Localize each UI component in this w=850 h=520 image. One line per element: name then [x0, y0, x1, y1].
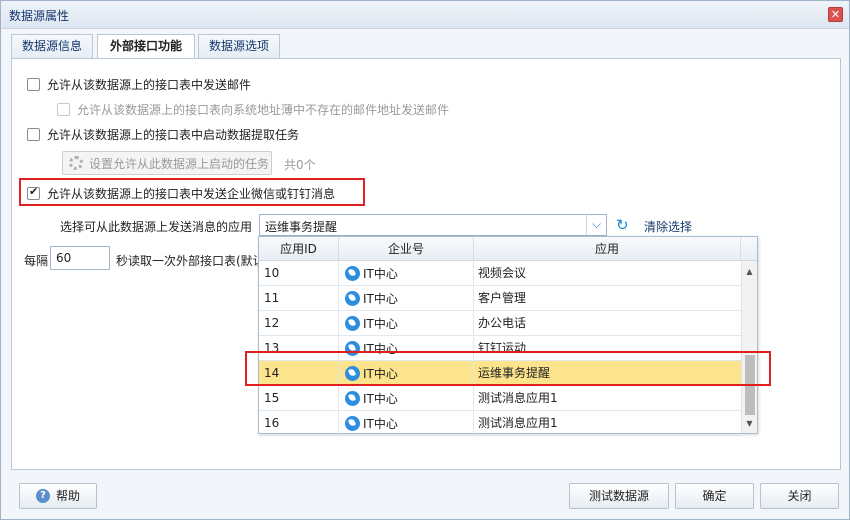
grid-header: 应用ID 企业号 应用 — [259, 237, 757, 261]
app-name-cell: 办公电话 — [478, 316, 527, 330]
corp-cell: IT中心 — [339, 411, 474, 436]
task-count: 共0个 — [284, 158, 316, 172]
app-id-cell: 15 — [259, 386, 339, 411]
scroll-up-icon[interactable]: ▲ — [742, 265, 757, 279]
help-button[interactable]: ? 帮助 — [19, 483, 97, 509]
send-message-checkbox[interactable] — [27, 185, 40, 200]
app-dropdown-grid: 应用ID 企业号 应用 10 IT中心 视频会议 11 IT中心 客户管理 12 IT中心 办公… — [258, 236, 758, 436]
tab-datasource-options[interactable]: 数据源选项 — [198, 34, 280, 58]
interval-seconds-input[interactable]: 60 — [50, 246, 110, 270]
corp-name: IT中心 — [363, 316, 398, 331]
app-name-cell: 客户管理 — [478, 291, 527, 305]
test-datasource-button[interactable]: 测试数据源 — [569, 483, 669, 509]
app-id-cell: 11 — [259, 286, 339, 311]
grid-row[interactable]: 12 IT中心 办公电话 — [259, 311, 741, 336]
corp-cell: IT中心 — [339, 386, 474, 411]
tab-panel: 允许从该数据源上的接口表中发送邮件 允许从该数据源上的接口表向系统地址薄中不存在… — [11, 58, 841, 470]
corp-name: IT中心 — [363, 266, 398, 281]
chevron-down-icon[interactable]: ⌵ — [586, 215, 606, 235]
help-icon: ? — [35, 489, 50, 503]
corp-name: IT中心 — [363, 391, 398, 406]
ok-button[interactable]: 确定 — [675, 483, 754, 509]
start-task-label: 允许从该数据源上的接口表中启动数据提取任务 — [47, 128, 300, 142]
grid-row[interactable]: 15 IT中心 测试消息应用1 — [259, 386, 741, 411]
grid-row[interactable]: 10 IT中心 视频会议 — [259, 261, 741, 286]
window-title: 数据源属性 — [9, 9, 70, 23]
enterprise-icon — [345, 316, 360, 331]
corp-cell: IT中心 — [339, 286, 474, 311]
enterprise-icon — [345, 266, 360, 281]
highlight-box-row — [245, 351, 771, 386]
set-tasks-button: 设置允许从此数据源上启动的任务 — [62, 151, 272, 175]
app-name-cell: 测试消息应用1 — [478, 416, 558, 430]
app-id-cell: 10 — [259, 261, 339, 286]
app-select-combo[interactable]: 运维事务提醒 ⌵ — [259, 214, 607, 236]
app-name-cell: 测试消息应用1 — [478, 391, 558, 405]
col-header-app-id[interactable]: 应用ID — [259, 237, 339, 261]
send-message-label: 允许从该数据源上的接口表中发送企业微信或钉钉消息 — [47, 187, 336, 201]
send-mail-label: 允许从该数据源上的接口表中发送邮件 — [47, 78, 252, 92]
set-tasks-label: 设置允许从此数据源上启动的任务 — [89, 156, 270, 171]
app-id-cell: 12 — [259, 311, 339, 336]
app-id-cell: 16 — [259, 411, 339, 436]
close-button[interactable]: 关闭 — [760, 483, 839, 509]
scroll-down-icon[interactable]: ▼ — [742, 417, 757, 431]
corp-name: IT中心 — [363, 416, 398, 431]
interval-prefix: 每隔 — [24, 254, 49, 268]
tab-external-interface[interactable]: 外部接口功能 — [97, 34, 195, 59]
refresh-icon[interactable]: ↻ — [616, 216, 629, 234]
corp-cell: IT中心 — [339, 261, 474, 286]
col-header-app[interactable]: 应用 — [474, 237, 741, 261]
enterprise-icon — [345, 291, 360, 306]
option-send-mail-unknown: 允许从该数据源上的接口表向系统地址薄中不存在的邮件地址发送邮件 — [57, 101, 449, 118]
start-task-checkbox[interactable] — [27, 128, 40, 141]
tab-datasource-info[interactable]: 数据源信息 — [11, 34, 93, 58]
app-name-cell: 视频会议 — [478, 266, 527, 280]
interval-suffix: 秒读取一次外部接口表(默认 — [116, 254, 265, 268]
grid-row[interactable]: 16 IT中心 测试消息应用1 — [259, 411, 741, 436]
option-send-mail[interactable]: 允许从该数据源上的接口表中发送邮件 — [27, 76, 251, 93]
app-select-label: 选择可从此数据源上发送消息的应用 — [60, 220, 253, 234]
gear-icon — [69, 156, 83, 170]
title-bar: 数据源属性 ✕ — [1, 1, 849, 29]
corp-name: IT中心 — [363, 291, 398, 306]
enterprise-icon — [345, 391, 360, 406]
enterprise-icon — [345, 416, 360, 431]
grid-row[interactable]: 11 IT中心 客户管理 — [259, 286, 741, 311]
send-mail-unknown-label: 允许从该数据源上的接口表向系统地址薄中不存在的邮件地址发送邮件 — [77, 103, 450, 117]
app-select-value: 运维事务提醒 — [265, 220, 338, 234]
dialog-window: 数据源属性 ✕ 数据源信息 外部接口功能 数据源选项 允许从该数据源上的接口表中… — [0, 0, 850, 520]
send-mail-unknown-checkbox — [57, 103, 70, 116]
close-icon[interactable]: ✕ — [828, 7, 843, 22]
vertical-scrollbar[interactable]: ▲ ▼ — [741, 261, 757, 433]
help-label: 帮助 — [55, 489, 80, 503]
option-start-task[interactable]: 允许从该数据源上的接口表中启动数据提取任务 — [27, 126, 299, 143]
send-mail-checkbox[interactable] — [27, 78, 40, 91]
option-send-message[interactable]: 允许从该数据源上的接口表中发送企业微信或钉钉消息 — [27, 185, 335, 202]
corp-cell: IT中心 — [339, 311, 474, 336]
col-header-corp[interactable]: 企业号 — [339, 237, 474, 261]
clear-selection-link[interactable]: 清除选择 — [644, 218, 692, 235]
